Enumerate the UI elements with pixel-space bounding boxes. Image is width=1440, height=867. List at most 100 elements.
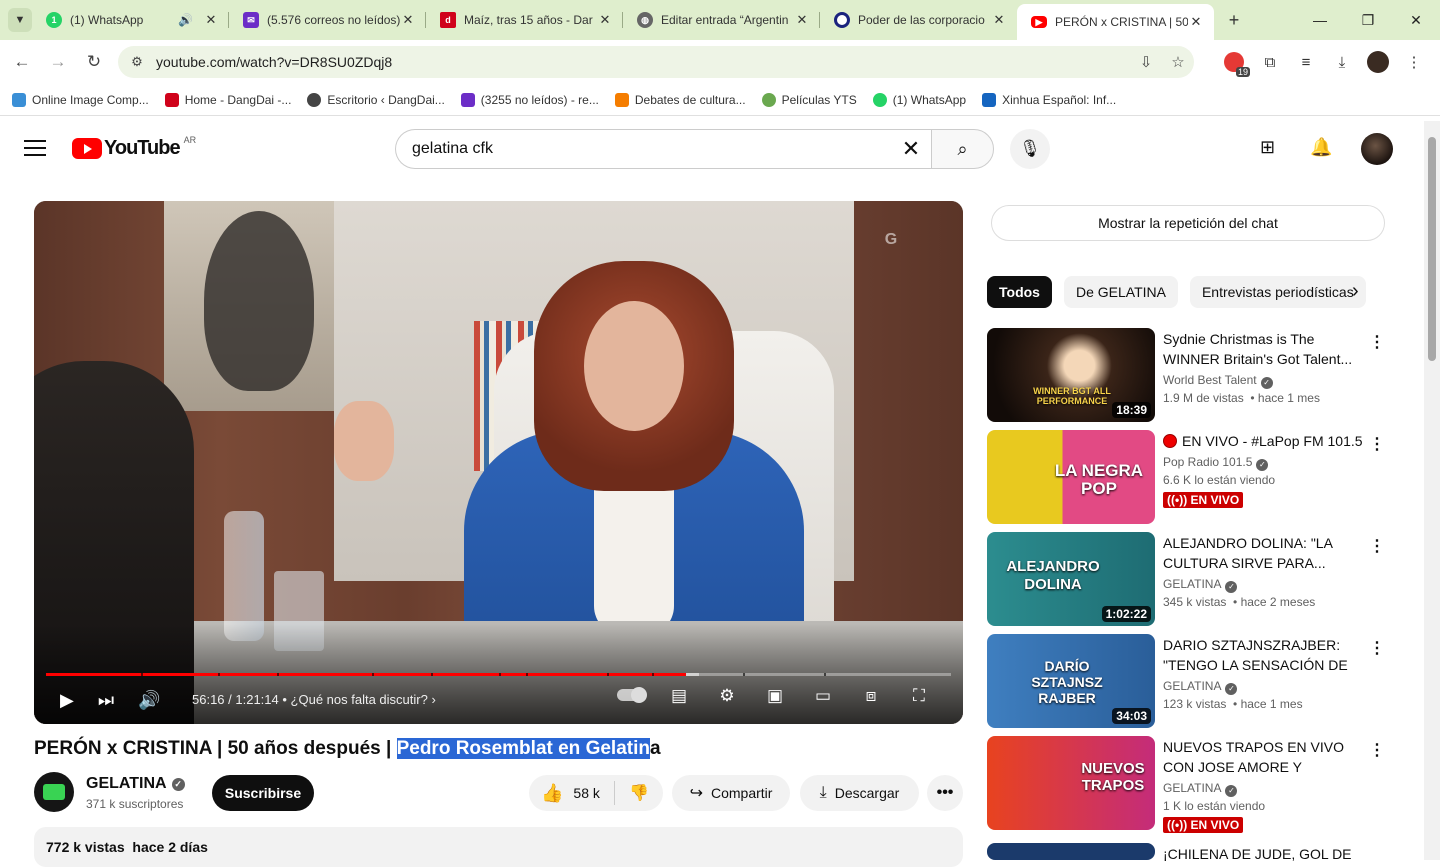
clear-search-icon[interactable]: ✕ [891, 136, 931, 162]
miniplayer-icon[interactable]: ▣ [751, 686, 799, 706]
channel-line[interactable]: GELATINA ✓ [1163, 577, 1238, 593]
url-text[interactable]: youtube.com/watch?v=DR8SU0ZDqj8 [156, 54, 1130, 70]
channel-name-text[interactable]: GELATINA [86, 775, 167, 792]
bookmark-item[interactable]: Debates de cultura... [614, 92, 746, 107]
account-avatar[interactable] [1361, 133, 1393, 165]
bookmark-star-icon[interactable]: ☆ [1162, 53, 1194, 71]
channel-avatar[interactable] [34, 772, 74, 812]
search-query-text[interactable]: gelatina cfk [412, 140, 891, 158]
video-title[interactable]: NUEVOS TRAPOS EN VIVO CON JOSE AMORE Y O… [1163, 737, 1363, 777]
fullscreen-icon[interactable]: ⛶ [895, 686, 943, 706]
close-tab-icon[interactable]: ✕ [597, 12, 613, 28]
bookmark-item[interactable]: Home - DangDai -... [164, 92, 291, 107]
minimize-icon[interactable]: — [1296, 0, 1344, 40]
recommended-video[interactable]: WINNER BGT ALL PERFORMANCE 18:39 Sydnie … [987, 328, 1387, 422]
channel-name[interactable]: World Best Talent [1163, 373, 1257, 387]
video-thumbnail[interactable]: ALEJANDRO DOLINA 1:02:22 [987, 532, 1155, 626]
description-box[interactable]: 772 k vistas hace 2 días [34, 827, 963, 867]
close-tab-icon[interactable]: ✕ [794, 12, 810, 28]
channel-name[interactable]: GELATINA [1163, 781, 1221, 795]
dislike-button[interactable]: 👎 [615, 783, 663, 803]
back-icon[interactable]: ← [4, 52, 40, 72]
media-control-icon[interactable]: ≡ [1288, 54, 1324, 71]
new-tab-icon[interactable]: + [1220, 10, 1248, 31]
voice-search-button[interactable]: 🎙 [1010, 129, 1050, 169]
autoplay-toggle[interactable] [607, 686, 655, 706]
recommended-video[interactable]: DARÍO SZTAJNSZ RAJBER 34:03 DARIO SZTAJN… [987, 634, 1387, 728]
video-title[interactable]: ALEJANDRO DOLINA: "LA CULTURA SIRVE PARA… [1163, 533, 1363, 573]
close-window-icon[interactable]: ✕ [1392, 0, 1440, 40]
chip-all[interactable]: Todos [987, 276, 1052, 308]
kebab-menu-icon[interactable]: ⋮ [1369, 740, 1385, 760]
recommended-video[interactable]: ¡CHILENA DE JUDE, GOL DE [987, 843, 1387, 862]
bookmark-item[interactable]: Online Image Comp... [12, 92, 149, 107]
chip-interviews[interactable]: Entrevistas periodísticas [1189, 276, 1366, 308]
settings-gear-icon[interactable]: ⚙ [703, 686, 751, 706]
bookmark-item[interactable]: Escritorio ‹ DangDai... [307, 92, 445, 107]
search-button[interactable]: ⌕ [931, 129, 994, 169]
browser-tab[interactable]: ✉ (5.576 correos no leídos) ✕ [229, 0, 426, 40]
subtitles-icon[interactable]: ▤ [655, 686, 703, 706]
close-tab-icon[interactable]: ✕ [400, 12, 416, 28]
channel-name[interactable]: GELATINA ✓ [86, 775, 185, 793]
bookmark-item[interactable]: Películas YTS [761, 92, 857, 107]
subscribe-button[interactable]: Suscribirse [212, 775, 314, 811]
browser-tab-active[interactable]: ▶ PERÓN x CRISTINA | 50 ✕ [1017, 4, 1214, 40]
site-info-icon[interactable]: ⚙ [118, 54, 156, 70]
volume-icon[interactable]: 🔊 [138, 690, 160, 711]
chip-from-channel[interactable]: De GELATINA [1063, 276, 1178, 308]
video-title[interactable]: ¡CHILENA DE JUDE, GOL DE [1163, 844, 1363, 864]
show-chat-replay-button[interactable]: Mostrar la repetición del chat [991, 205, 1385, 241]
create-video-icon[interactable]: ⊞ [1260, 137, 1275, 158]
kebab-menu-icon[interactable]: ⋮ [1369, 434, 1385, 454]
bookmark-item[interactable]: (1) WhatsApp [872, 92, 966, 107]
recommended-video[interactable]: NUEVOS TRAPOS NUEVOS TRAPOS EN VIVO CON … [987, 736, 1387, 833]
chevron-right-icon[interactable]: › [431, 692, 435, 707]
bookmark-item[interactable]: (3255 no leídos) - re... [460, 92, 599, 107]
recommended-video[interactable]: ALEJANDRO DOLINA 1:02:22 ALEJANDRO DOLIN… [987, 532, 1387, 626]
channel-name[interactable]: GELATINA [1163, 577, 1221, 591]
install-app-icon[interactable]: ⇩ [1130, 53, 1162, 71]
video-title[interactable]: Sydnie Christmas is The WINNER Britain's… [1163, 329, 1363, 369]
page-scrollbar[interactable] [1424, 121, 1440, 860]
bookmark-item[interactable]: Xinhua Español: Inf... [982, 92, 1116, 107]
close-tab-icon[interactable]: ✕ [1188, 14, 1204, 30]
kebab-menu-icon[interactable]: ⋮ [1369, 638, 1385, 658]
speaker-icon[interactable]: 🔊 [178, 13, 193, 27]
video-thumbnail[interactable]: LA NEGRA POP [987, 430, 1155, 524]
download-button[interactable]: ⤓ Descargar [800, 775, 919, 811]
more-actions-button[interactable]: ••• [927, 775, 963, 811]
notifications-bell-icon[interactable]: 🔔 [1310, 137, 1332, 158]
puzzle-icon[interactable]: ⧉ [1252, 54, 1288, 71]
recommended-video[interactable]: LA NEGRA POP EN VIVO - #LaPop FM 101.5 P… [987, 430, 1387, 524]
video-thumbnail[interactable] [987, 843, 1155, 860]
kebab-menu-icon[interactable]: ⋮ [1396, 53, 1432, 71]
extension-badge-icon[interactable]: 19 [1224, 52, 1250, 77]
forward-icon[interactable]: → [40, 52, 76, 72]
channel-name[interactable]: Pop Radio 101.5 [1163, 455, 1252, 469]
video-player[interactable]: G ▶ ⏭ 🔊 56:16 / 1:21:14 • ¿Qué nos falta… [34, 201, 963, 724]
browser-tab[interactable]: Poder de las corporacio ✕ [820, 0, 1017, 40]
profile-avatar[interactable] [1367, 51, 1389, 73]
chevron-right-icon[interactable]: › [1352, 280, 1359, 303]
channel-line[interactable]: GELATINA ✓ [1163, 679, 1238, 695]
channel-line[interactable]: World Best Talent ✓ [1163, 373, 1273, 389]
browser-tab[interactable]: ◍ Editar entrada “Argentin ✕ [623, 0, 820, 40]
next-video-icon[interactable]: ⏭ [98, 690, 114, 711]
close-tab-icon[interactable]: ✕ [991, 12, 1007, 28]
video-title[interactable]: DARIO SZTAJNSZRAJBER: "TENGO LA SENSACIÓ… [1163, 635, 1363, 675]
video-thumbnail[interactable]: WINNER BGT ALL PERFORMANCE 18:39 [987, 328, 1155, 422]
kebab-menu-icon[interactable]: ⋮ [1369, 536, 1385, 556]
channel-line[interactable]: GELATINA ✓ [1163, 781, 1238, 797]
restore-icon[interactable]: ❐ [1344, 0, 1392, 40]
channel-name[interactable]: GELATINA [1163, 679, 1221, 693]
hamburger-menu-icon[interactable] [24, 140, 46, 158]
scrollbar-thumb[interactable] [1428, 137, 1436, 361]
like-button[interactable]: 👍 58 k [529, 781, 615, 805]
reload-icon[interactable]: ↻ [76, 52, 112, 72]
video-thumbnail[interactable]: DARÍO SZTAJNSZ RAJBER 34:03 [987, 634, 1155, 728]
address-bar[interactable]: ⚙ youtube.com/watch?v=DR8SU0ZDqj8 ⇩ ☆ [118, 46, 1194, 78]
progress-bar[interactable] [46, 673, 951, 676]
tab-search-button[interactable]: ▼ [8, 8, 32, 32]
browser-tab[interactable]: 1 (1) WhatsApp 🔊 ✕ [32, 0, 229, 40]
